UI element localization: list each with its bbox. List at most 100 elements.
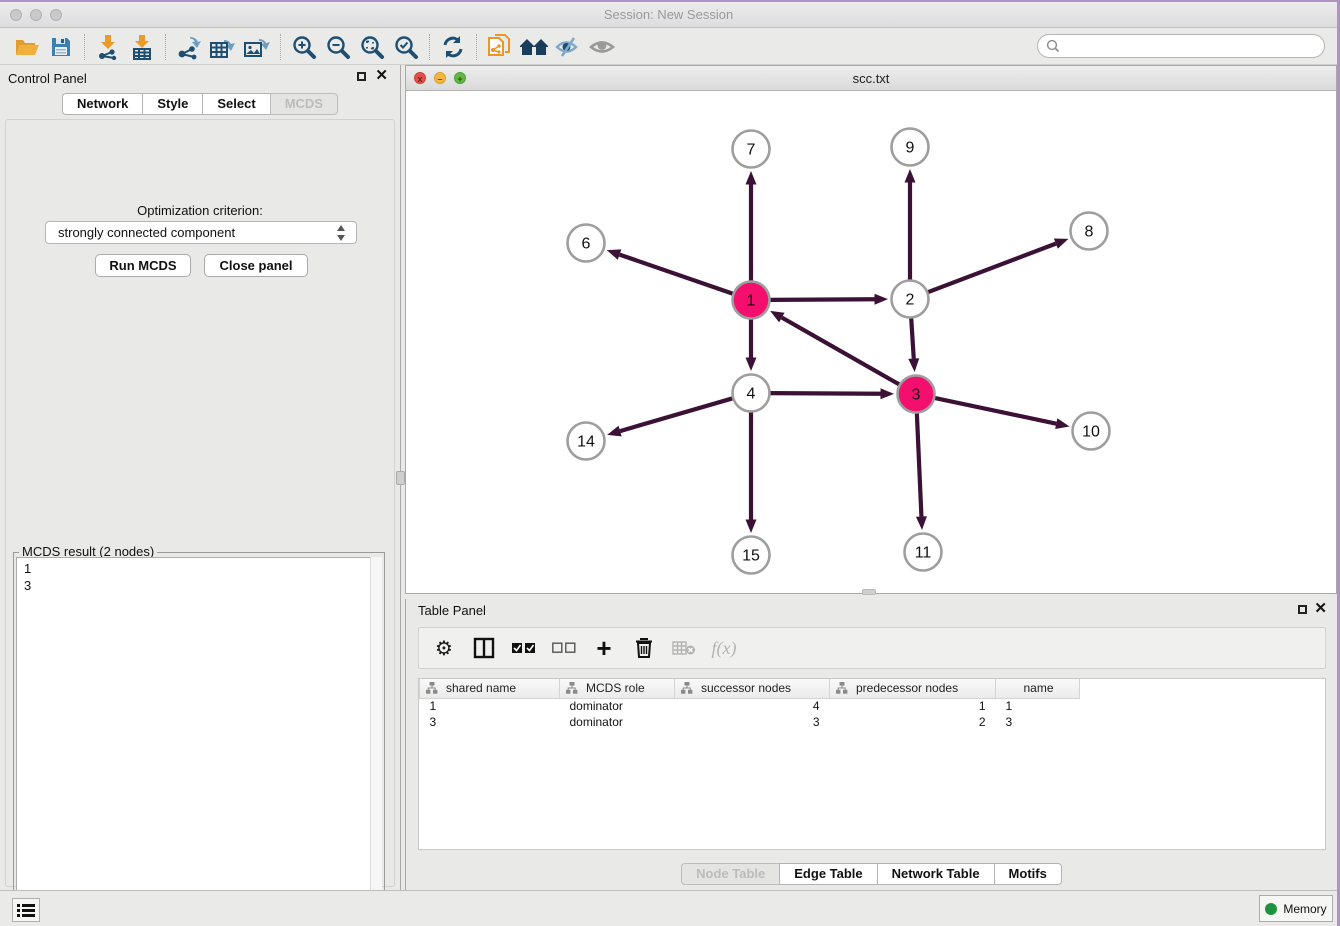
graph-edge-2-3[interactable] xyxy=(911,318,914,358)
table-cell[interactable]: 1 xyxy=(830,698,996,714)
graph-node-1[interactable]: 1 xyxy=(733,282,770,319)
tab-style[interactable]: Style xyxy=(142,93,202,115)
table-cell[interactable]: dominator xyxy=(560,714,675,730)
tab-node-table[interactable]: Node Table xyxy=(681,863,779,885)
search-box[interactable] xyxy=(1037,34,1325,58)
graph-edge-2-8[interactable] xyxy=(928,244,1056,292)
delete-row-icon[interactable] xyxy=(631,635,657,661)
graph-node-3[interactable]: 3 xyxy=(898,376,935,413)
result-scrollbar[interactable] xyxy=(370,557,382,926)
table-float-icon[interactable] xyxy=(1298,605,1307,614)
copy-network-icon[interactable] xyxy=(483,32,517,62)
graph-edge-1-2[interactable] xyxy=(770,299,874,300)
table-cell[interactable]: 3 xyxy=(996,714,1080,730)
graph-edge-4-14[interactable] xyxy=(620,398,732,431)
zoom-in-icon[interactable] xyxy=(287,32,321,62)
tab-network[interactable]: Network xyxy=(62,93,142,115)
mcds-result-group: MCDS result (2 nodes) 1 3 xyxy=(13,552,385,926)
float-icon[interactable] xyxy=(357,72,366,81)
tab-motifs[interactable]: Motifs xyxy=(994,863,1062,885)
zoom-out-icon[interactable] xyxy=(321,32,355,62)
network-canvas[interactable]: 7 9 6 8 1 2 4 3 14 10 15 11 xyxy=(406,92,1336,593)
table-cell[interactable]: 3 xyxy=(420,714,560,730)
list-icon xyxy=(17,903,35,917)
table-cell[interactable]: 1 xyxy=(996,698,1080,714)
tab-mcds[interactable]: MCDS xyxy=(270,93,338,115)
toolbar-separator xyxy=(84,34,85,60)
graph-edge-4-3[interactable] xyxy=(770,393,880,394)
table-cell[interactable]: 4 xyxy=(675,698,830,714)
function-builder-icon[interactable]: f(x) xyxy=(711,635,737,661)
export-image-icon[interactable] xyxy=(240,32,274,62)
graph-node-10[interactable]: 10 xyxy=(1073,413,1110,450)
graph-node-4[interactable]: 4 xyxy=(733,375,770,412)
column-header[interactable]: successor nodes xyxy=(675,679,830,698)
graph-edge-3-1[interactable] xyxy=(782,318,899,385)
add-row-icon[interactable]: + xyxy=(591,635,617,661)
search-input[interactable] xyxy=(1065,39,1324,53)
graph-node-2[interactable]: 2 xyxy=(892,281,929,318)
table-close-icon[interactable]: ✕ xyxy=(1314,603,1327,615)
graph-edge-3-10[interactable] xyxy=(935,398,1056,424)
horizontal-splitter-handle[interactable] xyxy=(862,589,876,595)
graph-edge-3-11[interactable] xyxy=(917,413,922,516)
memory-button[interactable]: Memory xyxy=(1259,895,1333,922)
column-header[interactable]: MCDS role xyxy=(560,679,675,698)
graph-node-11[interactable]: 11 xyxy=(905,534,942,571)
show-panel-icon[interactable] xyxy=(585,32,619,62)
home-icon[interactable] xyxy=(517,32,551,62)
refresh-icon[interactable] xyxy=(436,32,470,62)
graph-node-7[interactable]: 7 xyxy=(733,131,770,168)
deselect-all-icon[interactable] xyxy=(551,635,577,661)
vertical-splitter-handle[interactable] xyxy=(396,471,405,485)
log-console-button[interactable] xyxy=(12,898,40,922)
tab-network-table[interactable]: Network Table xyxy=(877,863,994,885)
graph-node-9[interactable]: 9 xyxy=(892,129,929,166)
tab-edge-table[interactable]: Edge Table xyxy=(779,863,876,885)
table-cell[interactable]: 1 xyxy=(420,698,560,714)
split-panel-icon[interactable] xyxy=(471,635,497,661)
optimization-criterion-label: Optimization criterion: xyxy=(6,203,394,218)
table-cell[interactable]: dominator xyxy=(560,698,675,714)
graph-node-15[interactable]: 15 xyxy=(733,537,770,574)
node-table: shared nameMCDS rolesuccessor nodesprede… xyxy=(418,678,1326,850)
new-network-icon[interactable] xyxy=(172,32,206,62)
gear-icon[interactable]: ⚙ xyxy=(431,635,457,661)
zoom-selected-icon[interactable] xyxy=(389,32,423,62)
delete-column-icon[interactable] xyxy=(671,635,697,661)
mcds-result-text[interactable]: 1 3 xyxy=(16,557,382,926)
close-icon[interactable]: ✕ xyxy=(375,70,388,82)
status-bar: Memory xyxy=(0,890,1337,926)
criterion-dropdown[interactable]: strongly connected component xyxy=(45,221,357,244)
svg-text:14: 14 xyxy=(577,434,595,451)
criterion-value: strongly connected component xyxy=(58,225,235,240)
close-panel-button[interactable]: Close panel xyxy=(204,254,308,277)
network-window-titlebar: x – + scc.txt xyxy=(406,66,1336,91)
table-panel: Table Panel ✕ ⚙ + f(x) sha xyxy=(405,599,1337,892)
zoom-fit-icon[interactable] xyxy=(355,32,389,62)
column-header[interactable]: name xyxy=(996,679,1080,698)
table-row[interactable]: 3dominator323 xyxy=(420,714,1320,730)
table-row[interactable]: 1dominator411 xyxy=(420,698,1320,714)
table-cell[interactable]: 3 xyxy=(675,714,830,730)
column-header[interactable]: shared name xyxy=(420,679,560,698)
open-session-icon[interactable] xyxy=(10,32,44,62)
memory-label: Memory xyxy=(1283,902,1326,916)
tree-hierarchy-icon xyxy=(566,682,578,694)
save-session-icon[interactable] xyxy=(44,32,78,62)
run-mcds-button[interactable]: Run MCDS xyxy=(95,254,191,277)
main-toolbar xyxy=(0,29,1337,65)
column-header[interactable]: predecessor nodes xyxy=(830,679,996,698)
svg-text:15: 15 xyxy=(742,548,760,565)
tab-select[interactable]: Select xyxy=(202,93,269,115)
select-all-icon[interactable] xyxy=(511,635,537,661)
graph-edge-1-6[interactable] xyxy=(620,255,733,294)
export-table-icon[interactable] xyxy=(206,32,240,62)
table-cell[interactable]: 2 xyxy=(830,714,996,730)
graph-node-14[interactable]: 14 xyxy=(568,423,605,460)
hide-panel-icon[interactable] xyxy=(551,32,585,62)
import-network-icon[interactable] xyxy=(91,32,125,62)
import-table-icon[interactable] xyxy=(125,32,159,62)
graph-node-8[interactable]: 8 xyxy=(1071,213,1108,250)
graph-node-6[interactable]: 6 xyxy=(568,225,605,262)
